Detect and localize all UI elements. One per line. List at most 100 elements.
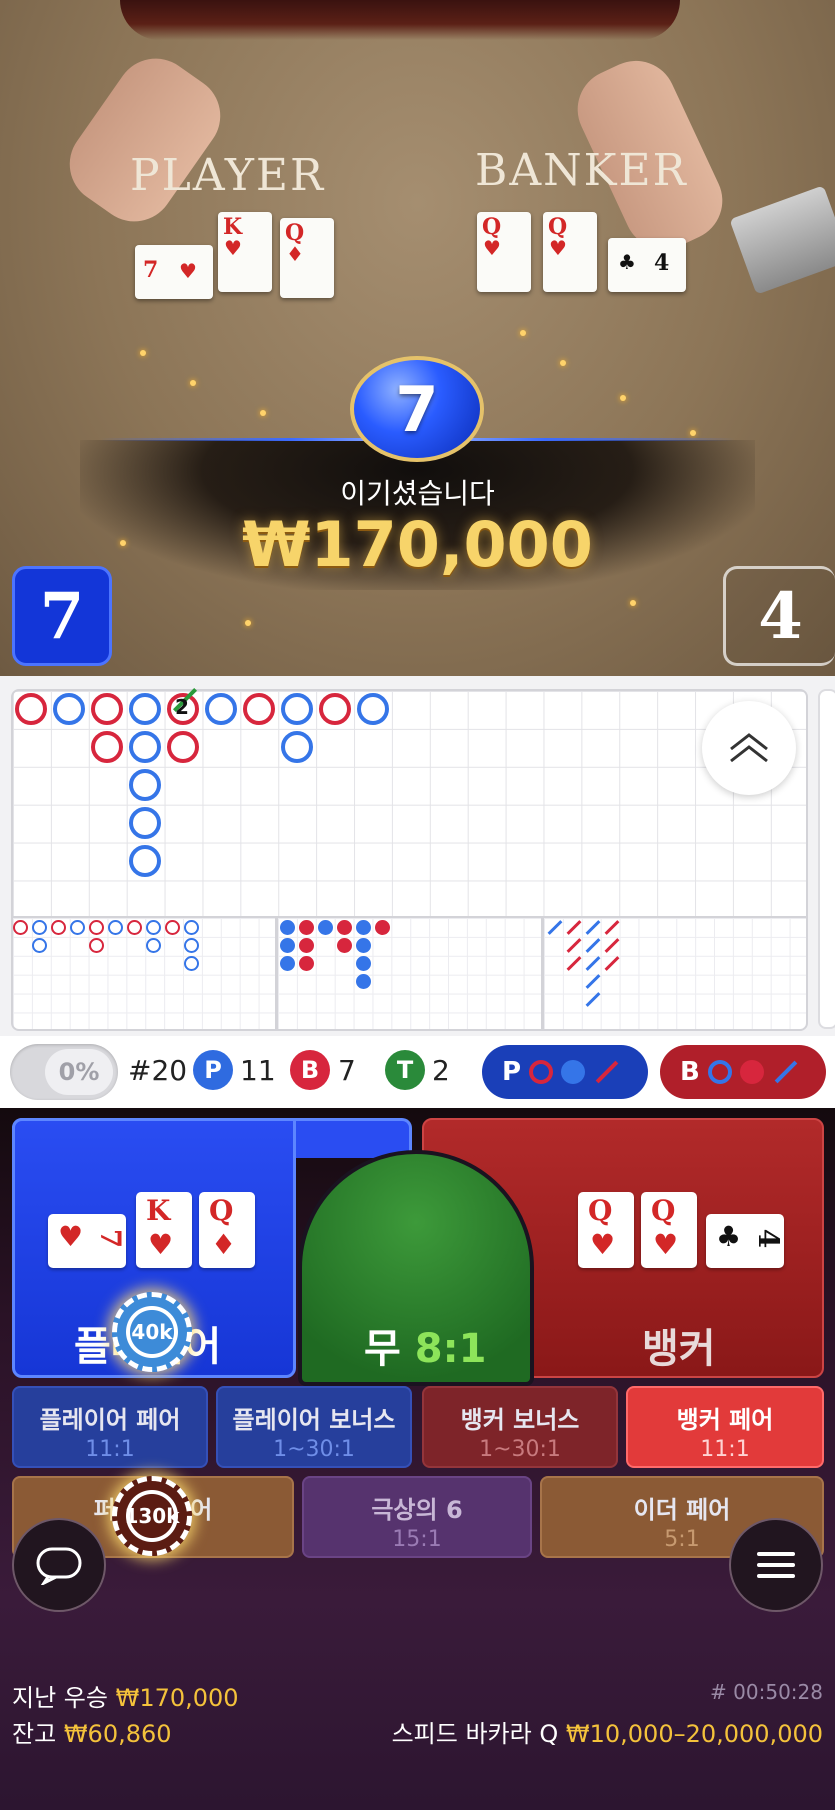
- big-road-player: [129, 845, 161, 877]
- big-eye-road-red: [89, 938, 104, 953]
- small-road-blue: [356, 974, 371, 989]
- hamburger-menu-icon[interactable]: [729, 1518, 823, 1612]
- win-amount: ₩170,000: [242, 508, 593, 581]
- card-suit: ♥: [483, 236, 501, 260]
- predict-ring-icon: [529, 1060, 554, 1084]
- player-bet-chip[interactable]: 40k: [112, 1292, 192, 1372]
- tie-count: 2: [432, 1054, 450, 1087]
- card-suit: ♦: [286, 242, 304, 266]
- small-road-blue: [280, 956, 295, 971]
- bet-limits: ₩10,000–20,000,000: [565, 1720, 823, 1748]
- live-video-feed: PLAYER BANKER 7 ♥ K ♥ Q ♦ Q ♥ Q ♥ 4 ♣ 7 …: [0, 0, 835, 676]
- small-road-blue: [280, 938, 295, 953]
- big-eye-road-red: [165, 920, 180, 935]
- card-rank: Q: [651, 1194, 676, 1227]
- player-predict-button[interactable]: P: [482, 1045, 648, 1099]
- card-suit: ♥: [58, 1220, 84, 1253]
- dealer-torso: [120, 0, 680, 40]
- card-shoe: [729, 185, 835, 295]
- percent-toggle[interactable]: 0%: [10, 1044, 118, 1100]
- big-road-player: [129, 769, 161, 801]
- banker-bonus-bet[interactable]: 뱅커 보너스 1~30:1: [422, 1386, 618, 1468]
- bead-road-peek[interactable]: [818, 689, 835, 1029]
- sparkle: [560, 360, 566, 366]
- big-road-banker: [91, 731, 123, 763]
- card-rank: Q: [209, 1194, 234, 1227]
- side-bet-title: 뱅커 페어: [676, 1406, 774, 1434]
- banker-predict-label: B: [680, 1057, 700, 1087]
- roadmap-panel[interactable]: 2: [0, 676, 835, 1036]
- last-win: 지난 우승 ₩170,000: [12, 1678, 239, 1713]
- banker-predict-button[interactable]: B: [660, 1045, 826, 1099]
- side-bet-odds: 1~30:1: [479, 1437, 561, 1462]
- big-road-player: [205, 693, 237, 725]
- balance-label: 잔고: [12, 1720, 57, 1748]
- small-road-blue: [356, 956, 371, 971]
- card-suit: ♣: [716, 1220, 742, 1253]
- betting-area: ♥ 7 K ♥ Q ♦ Q ♥ Q ♥ ♣ 4 플레이어 무 8:1 뱅커 40…: [0, 1108, 835, 1810]
- big-eye-road-blue: [146, 920, 161, 935]
- player-bonus-bet[interactable]: 플레이어 보너스 1~30:1: [216, 1386, 412, 1468]
- tie-count-badge: T: [385, 1050, 425, 1090]
- tie-odds: 8:1: [414, 1326, 487, 1372]
- card-rank: K: [146, 1194, 171, 1227]
- banker-pair-bet[interactable]: 뱅커 페어 11:1: [626, 1386, 824, 1468]
- double-chevron-up-icon[interactable]: [702, 701, 796, 795]
- card-rank: 7: [143, 257, 159, 283]
- big-road-banker: [15, 693, 47, 725]
- card-suit: ♦: [211, 1228, 237, 1261]
- small-road-blue: [318, 920, 333, 935]
- card-suit: ♣: [618, 250, 636, 274]
- player-pair-bet[interactable]: 플레이어 페어 11:1: [12, 1386, 208, 1468]
- banker-card-3: 4 ♣: [608, 238, 686, 292]
- small-road-blue: [356, 938, 371, 953]
- sparkle: [690, 430, 696, 436]
- banker-mini-card-1: Q ♥: [578, 1192, 634, 1268]
- table-banker-word: BANKER: [475, 145, 688, 196]
- percent-value: 0%: [45, 1049, 113, 1095]
- big-eye-road-red: [127, 920, 142, 935]
- small-road-grid: [276, 916, 543, 1031]
- sparkle: [520, 330, 526, 336]
- player-card-2: K ♥: [218, 212, 272, 292]
- game-id: # 00:50:28: [710, 1680, 823, 1704]
- predict-dot-icon: [739, 1060, 764, 1084]
- player-card-1: 7 ♥: [135, 245, 213, 299]
- player-count: 11: [240, 1054, 276, 1087]
- sparkle: [620, 395, 626, 401]
- card-rank: 4: [654, 250, 670, 276]
- side-bet-title: 플레이어 보너스: [232, 1406, 396, 1434]
- big-road-player: [129, 731, 161, 763]
- winning-score-badge: 7: [350, 356, 484, 462]
- side-bet-title: 뱅커 보너스: [460, 1406, 580, 1434]
- super-six-bet[interactable]: 극상의 6 15:1: [302, 1476, 532, 1558]
- side-bet-odds: 15:1: [392, 1527, 442, 1552]
- card-suit: ♥: [179, 259, 197, 283]
- predict-slash-icon: [774, 1060, 798, 1084]
- banker-mini-card-3: ♣ 4: [706, 1214, 785, 1268]
- last-win-label: 지난 우승: [12, 1684, 108, 1712]
- side-bet-odds: 11:1: [85, 1437, 135, 1462]
- card-suit: ♥: [549, 236, 567, 260]
- sparkle: [260, 410, 266, 416]
- small-road-red: [299, 920, 314, 935]
- big-road-player: [357, 693, 389, 725]
- predict-dot-icon: [561, 1060, 586, 1084]
- big-road-banker: [319, 693, 351, 725]
- sparkle: [630, 600, 636, 606]
- banker-count-badge: B: [290, 1050, 330, 1090]
- small-road-red: [375, 920, 390, 935]
- chat-bubble-icon[interactable]: [12, 1518, 106, 1612]
- banker-card-2: Q ♥: [543, 212, 597, 292]
- small-road-blue: [356, 920, 371, 935]
- big-eye-road-blue: [108, 920, 123, 935]
- cockroach-road-grid: [542, 916, 808, 1031]
- round-number: #20: [128, 1054, 188, 1087]
- perfect-pair-chip[interactable]: 130k: [112, 1476, 192, 1556]
- big-eye-road-blue: [32, 938, 47, 953]
- balance-amount: ₩60,860: [63, 1720, 172, 1748]
- big-eye-road-blue: [184, 938, 199, 953]
- big-road-banker: [243, 693, 275, 725]
- balance: 잔고 ₩60,860: [12, 1714, 172, 1749]
- sparkle: [140, 350, 146, 356]
